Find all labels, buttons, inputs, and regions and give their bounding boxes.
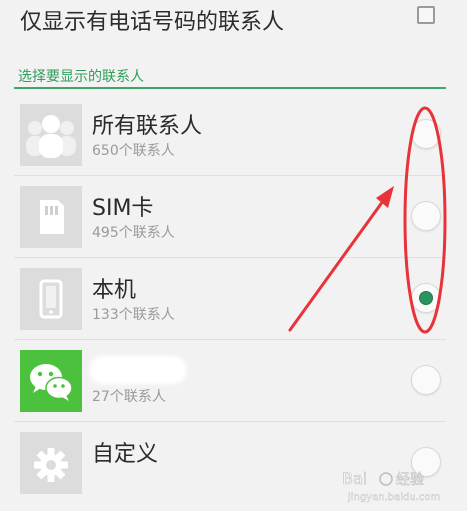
only-with-phone-label: 仅显示有电话号码的联系人 [20,10,285,35]
contact-source-count: 133个联系人 [92,307,175,323]
only-with-phone-option[interactable]: 仅显示有电话号码的联系人 [0,0,467,40]
contact-source-name: 所有联系人 [92,114,203,139]
settings-gear-icon [20,432,82,494]
section-divider [14,87,446,89]
radio-selected-dot [419,291,433,305]
contact-source-name: 本机 [92,278,137,303]
svg-text:jingyan.baidu.com: jingyan.baidu.com [347,492,440,503]
redacted-name [90,356,186,384]
phone-device-icon [20,268,82,330]
svg-text:Bai: Bai [342,469,367,488]
contact-source-name: 自定义 [92,442,159,467]
radio-button-selected[interactable] [411,283,441,313]
watermark-logo: Bai 经验 jingyan.baidu.com [338,462,462,506]
contact-source-count: 27个联系人 [92,389,166,405]
contact-source-wechat[interactable]: 27个联系人 [14,340,446,422]
group-people-icon [20,104,82,166]
sim-card-icon [20,186,82,248]
contact-source-all[interactable]: 所有联系人 650个联系人 [14,94,446,176]
radio-button[interactable] [411,365,441,395]
svg-text:经验: 经验 [396,472,424,488]
radio-button[interactable] [411,119,441,149]
radio-button[interactable] [411,201,441,231]
contact-source-sim[interactable]: SIM卡 495个联系人 [14,176,446,258]
section-header: 选择要显示的联系人 [18,69,144,85]
contact-source-name: SIM卡 [92,196,154,221]
wechat-icon [20,350,82,412]
only-with-phone-checkbox[interactable] [417,6,435,24]
contact-source-count: 495个联系人 [92,225,175,241]
contact-source-local[interactable]: 本机 133个联系人 [14,258,446,340]
contact-source-count: 650个联系人 [92,143,175,159]
